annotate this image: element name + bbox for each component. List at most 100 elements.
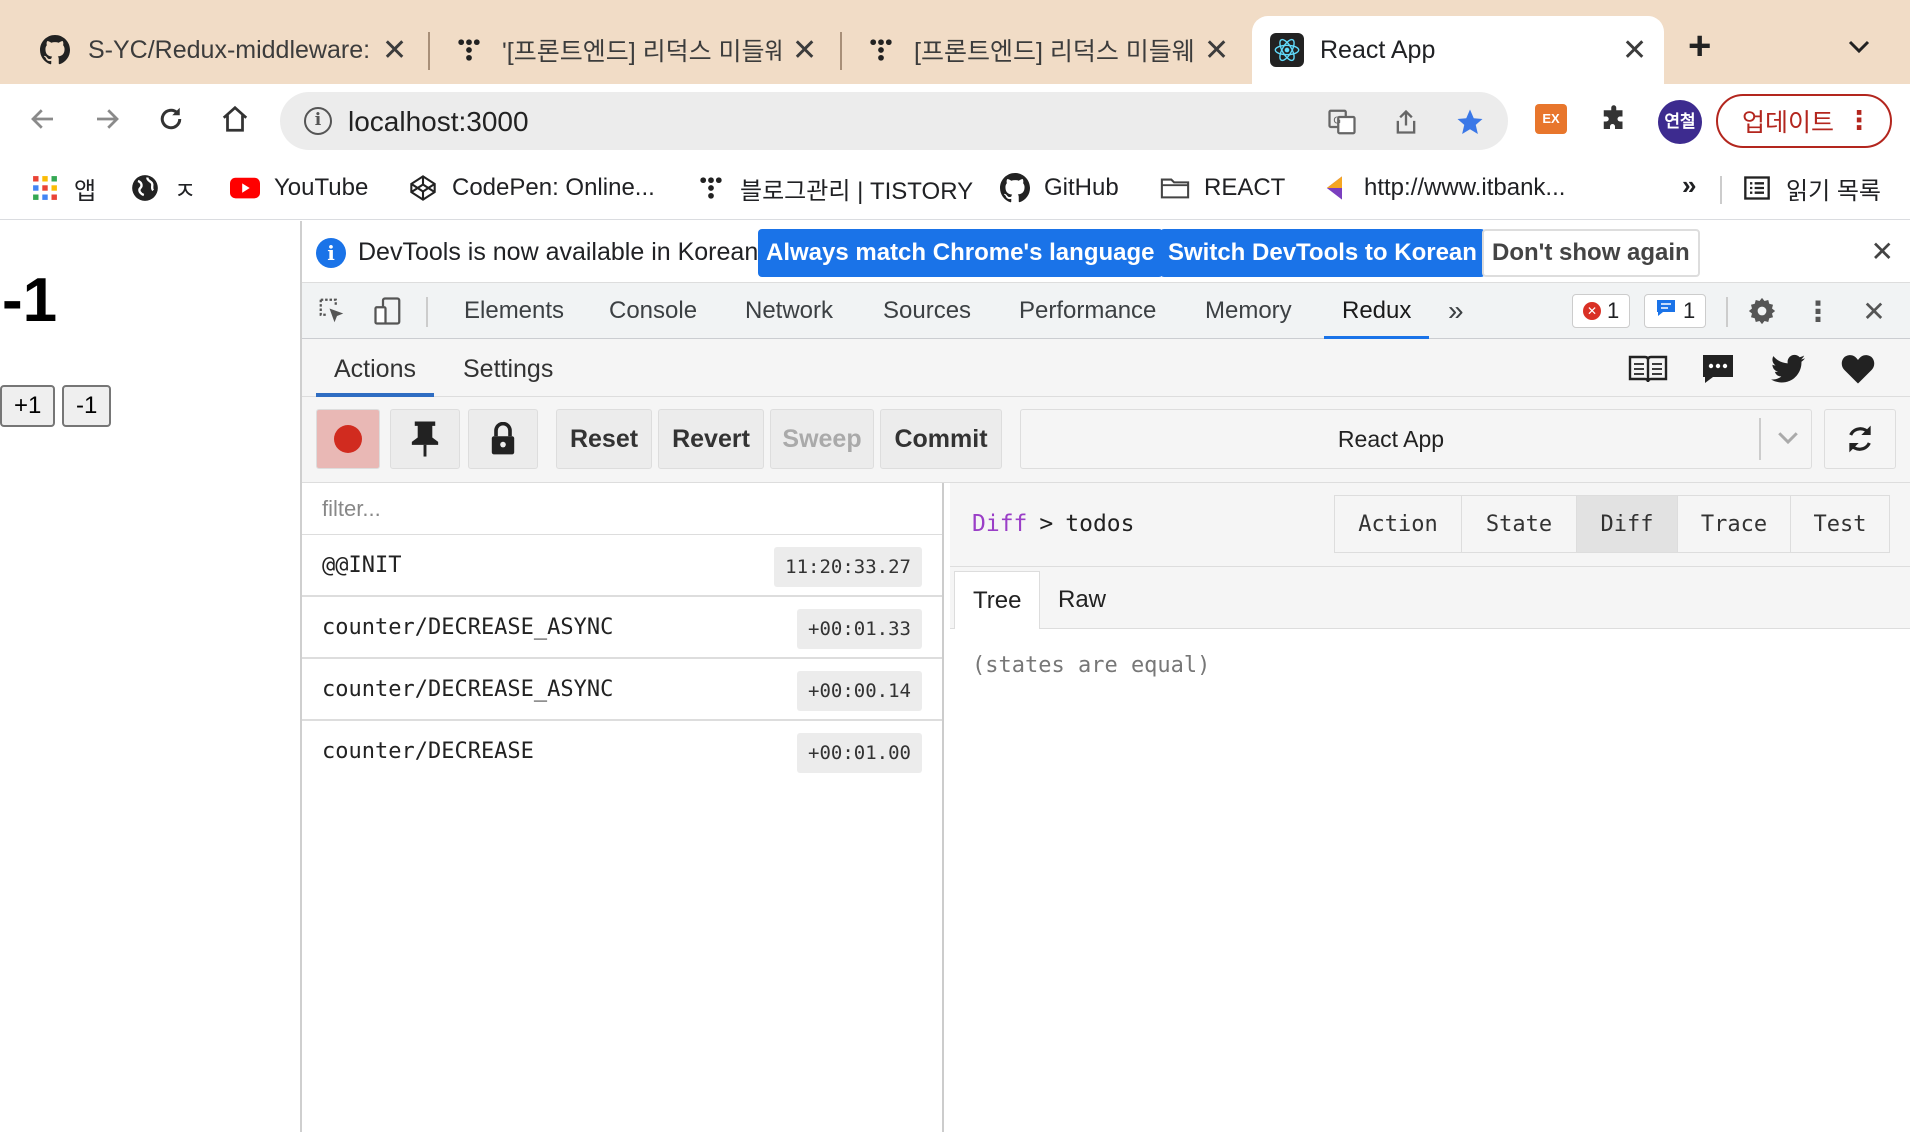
- home-icon: [222, 105, 248, 132]
- monitor-tab-action[interactable]: Action: [1334, 495, 1462, 553]
- action-row[interactable]: counter/DECREASE_ASYNC +00:01.33: [302, 597, 942, 659]
- device-toolbar-icon[interactable]: [372, 295, 404, 327]
- new-tab-button[interactable]: +: [1688, 24, 1711, 69]
- url-text[interactable]: localhost:3000: [348, 106, 529, 138]
- lock-button[interactable]: [468, 409, 538, 469]
- revert-button[interactable]: Revert: [658, 409, 764, 469]
- message-icon: [1655, 298, 1677, 324]
- sweep-button[interactable]: Sweep: [770, 409, 874, 469]
- close-icon[interactable]: ✕: [792, 33, 817, 68]
- tab-sources[interactable]: Sources: [883, 283, 971, 339]
- bookmarks-overflow-button[interactable]: »: [1682, 170, 1696, 201]
- profile-avatar[interactable]: 연철: [1658, 100, 1702, 144]
- heart-icon[interactable]: [1838, 351, 1878, 387]
- pin-button[interactable]: [390, 409, 460, 469]
- tab-tistory-1[interactable]: '[프론트엔드] 리덕스 미들웨어 ✕: [434, 16, 834, 84]
- tab-react-app[interactable]: React App ✕: [1252, 16, 1664, 84]
- action-row[interactable]: counter/DECREASE_ASYNC +00:00.14: [302, 659, 942, 721]
- dont-show-again-button[interactable]: Don't show again: [1482, 229, 1700, 277]
- monitor-tab-state[interactable]: State: [1461, 495, 1577, 553]
- always-match-language-button[interactable]: Always match Chrome's language: [758, 229, 1163, 277]
- twitter-icon[interactable]: [1768, 351, 1808, 387]
- bookmark-itbank[interactable]: http://www.itbank...: [1320, 170, 1565, 206]
- instance-name: React App: [1337, 426, 1445, 452]
- monitor-tab-test[interactable]: Test: [1790, 495, 1890, 553]
- commit-button[interactable]: Commit: [880, 409, 1002, 469]
- tab-performance[interactable]: Performance: [1019, 283, 1156, 339]
- forward-button[interactable]: [84, 96, 130, 142]
- action-filter-input[interactable]: filter...: [302, 483, 942, 535]
- settings-gear-icon[interactable]: [1746, 295, 1778, 327]
- bookmark-youtube[interactable]: YouTube: [230, 170, 368, 206]
- sync-button[interactable]: [1824, 409, 1896, 469]
- tab-memory[interactable]: Memory: [1205, 283, 1292, 339]
- breadcrumb-root[interactable]: Diff: [972, 511, 1027, 537]
- tab-tistory-2[interactable]: [프론트엔드] 리덕스 미들웨어 ✕: [846, 16, 1246, 84]
- monitor-tab-diff[interactable]: Diff: [1576, 495, 1678, 553]
- translate-icon[interactable]: G: [1326, 106, 1358, 138]
- reload-icon: [160, 107, 182, 130]
- messages-badge[interactable]: 1: [1644, 294, 1707, 328]
- bookmark-folder-react[interactable]: REACT: [1160, 170, 1285, 206]
- view-tab-tree[interactable]: Tree: [954, 571, 1041, 629]
- home-button[interactable]: [212, 96, 258, 142]
- record-button[interactable]: [316, 409, 380, 469]
- docs-book-icon[interactable]: [1628, 351, 1668, 387]
- infobar-message: DevTools is now available in Korean!: [358, 238, 766, 266]
- devtools-tab-bar: Elements Console Network Sources Perform…: [302, 283, 1910, 339]
- counter-value: -1: [2, 266, 58, 335]
- close-icon[interactable]: ✕: [1871, 235, 1894, 268]
- tab-redux[interactable]: Redux: [1323, 283, 1430, 339]
- kebab-menu-icon[interactable]: ⋮: [1802, 295, 1834, 327]
- update-button[interactable]: 업데이트 ⋮: [1716, 94, 1892, 148]
- switch-to-korean-button[interactable]: Switch DevTools to Korean: [1160, 229, 1485, 277]
- decrease-button[interactable]: -1: [62, 385, 112, 427]
- feedback-chat-icon[interactable]: [1698, 351, 1738, 387]
- tab-console[interactable]: Console: [609, 283, 697, 339]
- extensions-puzzle-icon[interactable]: [1596, 100, 1634, 138]
- globe-icon: [130, 173, 160, 203]
- site-info-icon[interactable]: i: [304, 107, 332, 135]
- more-tabs-button[interactable]: »: [1448, 283, 1464, 339]
- view-tab-raw[interactable]: Raw: [1040, 571, 1124, 629]
- bookmark-label: YouTube: [274, 174, 369, 201]
- ex-extension-icon[interactable]: EX: [1532, 100, 1570, 138]
- tab-network[interactable]: Network: [745, 283, 833, 339]
- reading-list-button[interactable]: 읽기 목록: [1742, 170, 1881, 206]
- bookmark-codepen[interactable]: CodePen: Online...: [408, 170, 655, 206]
- errors-badge[interactable]: ✕ 1: [1572, 294, 1631, 328]
- bookmark-star-icon[interactable]: [1454, 106, 1486, 138]
- monitor-tab-trace[interactable]: Trace: [1677, 495, 1791, 553]
- tab-actions[interactable]: Actions: [316, 339, 434, 397]
- tab-settings[interactable]: Settings: [463, 339, 553, 397]
- close-icon[interactable]: ✕: [1204, 33, 1229, 68]
- record-dot-icon: [334, 425, 362, 453]
- tistory-icon: [864, 33, 898, 67]
- tab-github[interactable]: S-YC/Redux-middleware: ✕: [20, 16, 424, 84]
- tab-search-button[interactable]: [1848, 30, 1870, 61]
- back-button[interactable]: [20, 96, 66, 142]
- reload-button[interactable]: [148, 96, 194, 142]
- bookmark-github[interactable]: GitHub: [1000, 170, 1119, 206]
- close-devtools-icon[interactable]: ✕: [1858, 295, 1890, 327]
- action-row[interactable]: counter/DECREASE +00:01.00: [302, 721, 942, 783]
- reset-button[interactable]: Reset: [556, 409, 652, 469]
- redux-header: Actions Settings: [302, 339, 1910, 397]
- kebab-menu-icon[interactable]: ⋮: [1846, 105, 1872, 136]
- inspect-element-icon[interactable]: [316, 295, 348, 327]
- bookmark-apps[interactable]: 앱: [30, 170, 96, 206]
- address-bar[interactable]: i localhost:3000 G: [280, 92, 1508, 150]
- action-list: filter... @@INIT 11:20:33.27 counter/DEC…: [302, 483, 944, 1132]
- bookmark-tistory[interactable]: 블로그관리 | TISTORY: [696, 170, 973, 206]
- tab-elements[interactable]: Elements: [464, 283, 564, 339]
- bookmark-globe[interactable]: ㅈ: [130, 170, 196, 206]
- instance-select[interactable]: React App: [1020, 409, 1812, 469]
- tab-divider: [840, 32, 842, 70]
- codepen-icon: [408, 173, 438, 203]
- share-icon[interactable]: [1390, 106, 1422, 138]
- increase-button[interactable]: +1: [0, 385, 56, 427]
- close-icon[interactable]: ✕: [382, 33, 407, 68]
- close-icon[interactable]: ✕: [1622, 33, 1647, 68]
- breadcrumb-leaf: todos: [1065, 511, 1135, 537]
- action-row[interactable]: @@INIT 11:20:33.27: [302, 535, 942, 597]
